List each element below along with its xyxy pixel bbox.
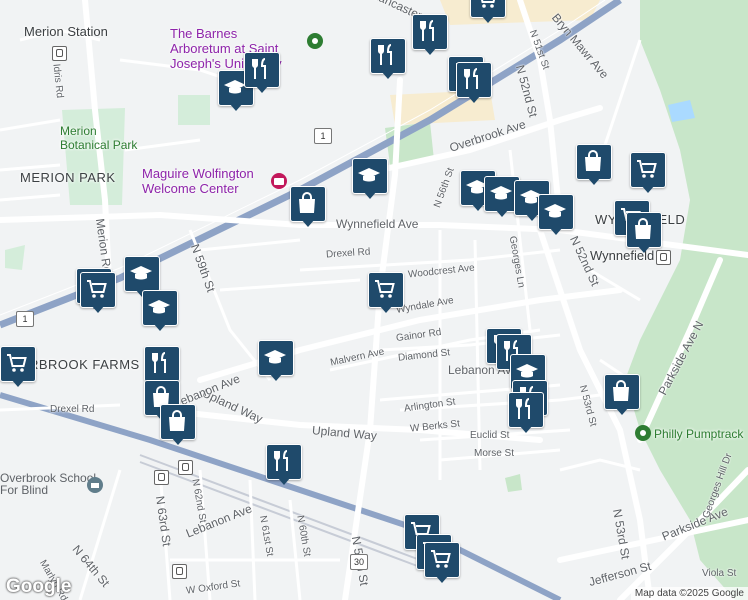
street-label: Euclid St (470, 430, 510, 441)
poi-label-overbrook-school[interactable]: Overbrook School For Blind (0, 472, 100, 496)
grocery-marker[interactable] (80, 272, 116, 314)
camera-icon[interactable] (270, 172, 288, 190)
train-station-icon[interactable] (52, 46, 67, 61)
street-label: Drexel Rd (50, 404, 95, 415)
grocery-marker[interactable] (630, 152, 666, 194)
restaurant-marker[interactable] (456, 62, 492, 104)
poi-label-welcome-center[interactable]: Maguire Wolfington Welcome Center (142, 166, 272, 196)
route-shield: 1 (16, 311, 34, 327)
place-label: Merion Station (24, 24, 108, 39)
train-station-icon[interactable] (178, 460, 193, 475)
school-marker[interactable] (142, 290, 178, 332)
grocery-marker[interactable] (424, 542, 460, 584)
street-label: Morse St (474, 448, 515, 459)
shopping-marker[interactable] (626, 212, 662, 254)
poi-label-barnes-arboretum[interactable]: The Barnes Arboretum at Saint Joseph's U… (170, 26, 300, 71)
shopping-marker[interactable] (290, 186, 326, 228)
shopping-marker[interactable] (160, 404, 196, 446)
park-icon[interactable] (634, 424, 652, 442)
route-shield: 30 (350, 554, 368, 570)
grocery-marker[interactable] (470, 0, 506, 24)
train-station-icon[interactable] (154, 470, 169, 485)
street-label: Wynnefield Ave (336, 217, 419, 231)
map-canvas[interactable]: MERION PARK OVERBROOK FARMS WYNNEFIELD M… (0, 0, 748, 600)
school-marker[interactable] (258, 340, 294, 382)
school-marker[interactable] (538, 194, 574, 236)
street-label: Viola St (702, 568, 737, 579)
restaurant-marker[interactable] (266, 444, 302, 486)
garden-icon[interactable] (306, 32, 324, 50)
route-shield: 1 (314, 128, 332, 144)
restaurant-marker[interactable] (244, 52, 280, 94)
google-logo: Google (6, 576, 72, 597)
poi-label-botanical-park[interactable]: Merion Botanical Park (60, 124, 140, 152)
restaurant-marker[interactable] (508, 392, 544, 434)
neighborhood-label: MERION PARK (20, 170, 116, 185)
shopping-marker[interactable] (604, 374, 640, 416)
restaurant-marker[interactable] (412, 14, 448, 56)
school-icon[interactable] (86, 476, 104, 494)
map-attribution[interactable]: Map data ©2025 Google (630, 587, 748, 600)
train-station-icon[interactable] (172, 564, 187, 579)
poi-label-pumptrack[interactable]: Philly Pumptrack (654, 427, 743, 441)
school-marker[interactable] (352, 158, 388, 200)
grocery-marker[interactable] (0, 346, 36, 388)
restaurant-marker[interactable] (370, 38, 406, 80)
grocery-marker[interactable] (368, 272, 404, 314)
shopping-marker[interactable] (576, 144, 612, 186)
